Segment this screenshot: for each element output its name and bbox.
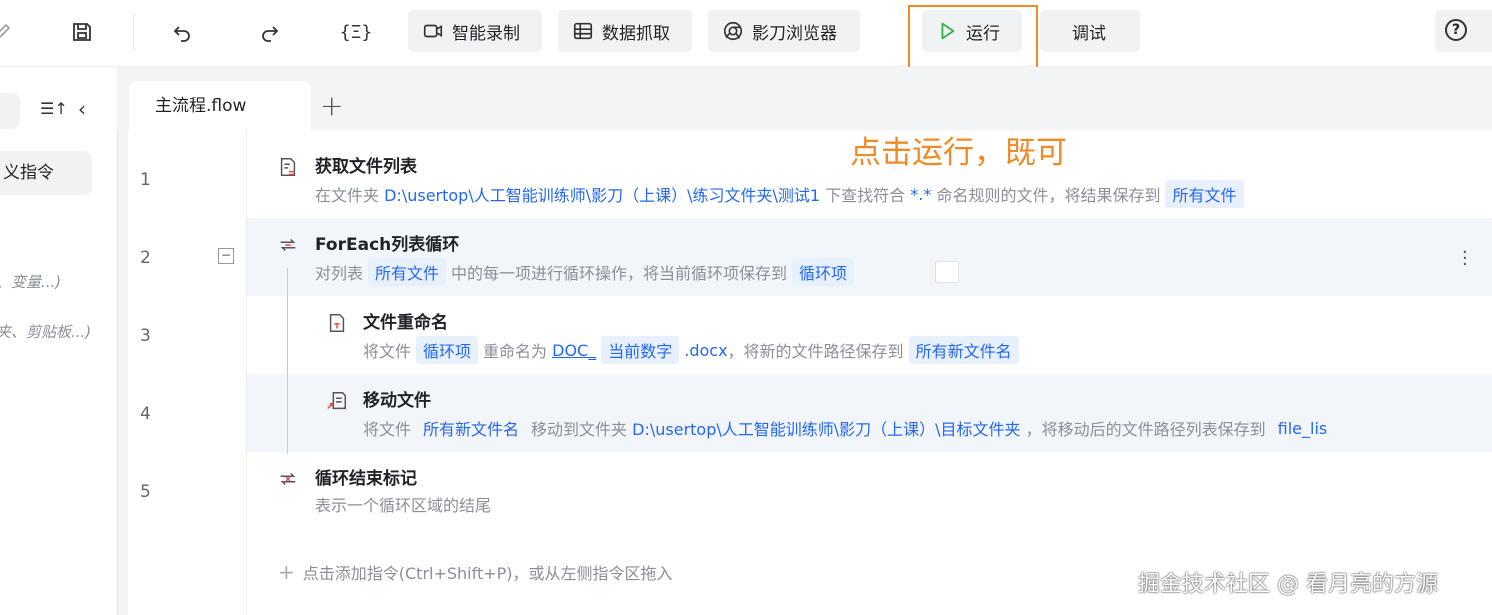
tab-bar: 主流程.flow + [117,67,1492,130]
add-tab-button[interactable]: + [320,89,343,122]
desc-text: 中的每一项进行循环操作，将当前循环项保存到 [451,264,788,283]
data-extract-button[interactable]: 数据抓取 [558,10,692,52]
command-title: 获取文件列表 [315,157,417,177]
smart-record-label: 智能录制 [452,23,520,44]
variable-tag[interactable]: 所有新文件名 [416,414,526,442]
file-list-icon [280,158,296,176]
desc-text: 将文件 [363,420,412,439]
yingdao-browser-label: 影刀浏览器 [752,23,837,44]
debug-label: 调试 [1072,23,1106,44]
yingdao-browser-button[interactable]: 影刀浏览器 [708,10,860,52]
desc-text: 在文件夹 [315,186,380,205]
add-command-hint[interactable]: + 点击添加指令(Ctrl+Shift+P)，或从左侧指令区拖入 [278,560,673,584]
move-file-icon [327,392,346,410]
checklist-icon[interactable] [935,261,959,283]
file-pattern[interactable]: *.* [910,185,931,204]
edit-icon[interactable] [0,12,22,52]
collapse-block-button[interactable]: − [218,248,234,264]
desc-text: 命名规则的文件，将结果保存到 [936,186,1161,205]
more-options-icon[interactable]: · · · [1462,244,1468,274]
desc-text: ，将移动后的文件路径列表保存到 [1025,420,1266,439]
redo-icon[interactable] [250,12,290,52]
help-icon: ? [1445,19,1467,41]
loop-guide-line [287,268,288,454]
line-number: 5 [140,482,151,502]
variable-tag[interactable]: 所有文件 [368,258,447,286]
add-command-text: 点击添加指令(Ctrl+Shift+P)，或从左侧指令区拖入 [302,564,673,583]
collapse-panel-icon[interactable]: ‹ [78,97,86,121]
category-hint-2: 夹、剪贴板...) [0,323,92,341]
variable-tag[interactable]: 所有新文件名 [908,336,1019,364]
loop-end-icon [280,472,296,486]
sort-icon[interactable]: ☰↑ [40,99,68,118]
command-title: 文件重命名 [363,313,448,333]
command-description: 在文件夹 D:\usertop\人工智能训练师\影刀（上课）\练习文件夹\测试1… [315,180,1249,208]
loop-icon [280,238,296,252]
desc-text: ，将新的文件路径保存到 [727,342,904,361]
help-button[interactable]: ? [1435,10,1492,52]
name-suffix[interactable]: .docx [684,341,727,360]
custom-command-item[interactable]: 义指令 [0,151,92,195]
line-gutter [128,130,247,615]
folder-path[interactable]: D:\usertop\人工智能训练师\影刀（上课）\目标文件夹 [632,416,1020,440]
command-search-input[interactable] [0,93,20,129]
toolbar: {Ξ} 智能录制 数据抓取 影刀浏览器 运行 调试 ? [0,0,1492,67]
command-title: 移动文件 [363,391,431,411]
tab-main-flow[interactable]: 主流程.flow [129,81,311,130]
command-title: ForEach列表循环 [315,235,460,255]
command-description: 将文件 循环项 重命名为 DOC_ 当前数字 .docx ，将新的文件路径保存到… [363,336,1024,364]
desc-text: 对列表 [315,264,364,283]
file-rename-icon [329,314,345,332]
variable-tag[interactable]: 当前数字 [601,336,680,364]
table-icon [573,22,593,40]
variable-tag[interactable]: 所有文件 [1165,180,1244,208]
line-number: 1 [140,170,151,190]
variable-tag[interactable]: 循环项 [416,336,479,364]
command-title: 循环结束标记 [315,469,417,489]
command-description: 将文件 所有新文件名 移动到文件夹 D:\usertop\人工智能训练师\影刀（… [363,414,1339,442]
plus-icon: + [278,560,295,584]
folder-path[interactable]: D:\usertop\人工智能训练师\影刀（上课）\练习文件夹\测试1 [384,182,820,206]
smart-record-button[interactable]: 智能录制 [408,10,542,52]
name-prefix[interactable]: DOC_ [552,341,596,360]
toolbar-divider [133,14,134,50]
command-description: 表示一个循环区域的结尾 [315,496,492,515]
command-panel: ☰↑ ‹ 义指令 、变量...) 夹、剪贴板...) [0,67,118,615]
desc-text: 将文件 [363,342,412,361]
video-camera-icon [423,24,443,38]
debug-button[interactable]: 调试 [1040,10,1140,52]
line-number: 3 [140,326,151,346]
annotation-text: 点击运行，既可 [850,135,1067,171]
command-description: 对列表 所有文件 中的每一项进行循环操作，将当前循环项保存到 循环项 [315,258,859,286]
line-number: 2 [140,248,151,268]
browser-icon [723,21,743,41]
desc-text: 重命名为 [483,342,548,361]
variable-braces-icon[interactable]: {Ξ} [336,12,376,52]
line-number: 4 [140,404,151,424]
desc-text: 下查找符合 [825,186,906,205]
command-row[interactable] [247,452,1492,530]
variable-tag[interactable]: file_lis [1271,417,1335,440]
variable-tag[interactable]: 循环项 [792,258,855,286]
desc-text: 移动到文件夹 [531,420,628,439]
data-extract-label: 数据抓取 [602,23,670,44]
category-hint-1: 、变量...) [0,273,62,291]
save-icon[interactable] [62,12,102,52]
watermark: 掘金技术社区 @ 看月亮的方源 [1138,572,1438,597]
undo-icon[interactable] [162,12,202,52]
